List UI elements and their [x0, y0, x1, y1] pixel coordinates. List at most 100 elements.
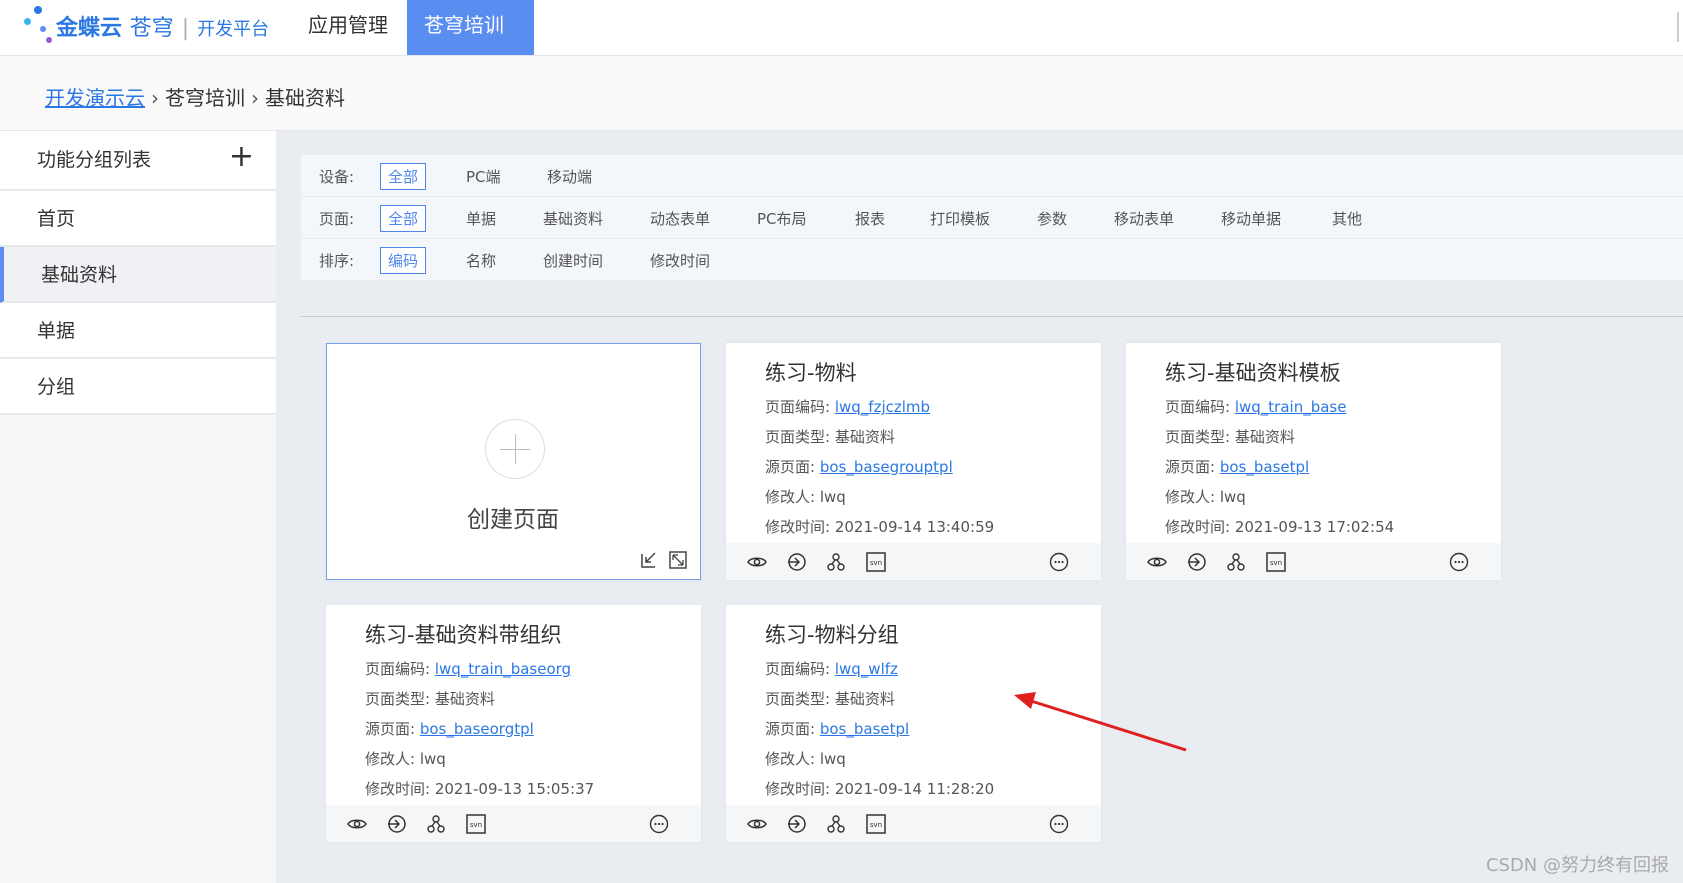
filter-option[interactable]: 移动端 — [547, 166, 592, 187]
breadcrumb-current: 基础资料 — [265, 86, 345, 110]
page-card[interactable]: 练习-基础资料模板 页面编码: lwq_train_base 页面类型: 基础资料源… — [1126, 343, 1501, 580]
card-time-value: 2021-09-13 15:05:37 — [434, 780, 595, 798]
svn-label: svn — [1270, 559, 1282, 567]
page-card[interactable]: 练习-基础资料带组织 页面编码: lwq_train_baseorg 页面类型: 基… — [326, 605, 701, 842]
page-card[interactable]: 练习-物料分组 页面编码: lwq_wlfz 页面类型: 基础资料 源页面: bos_… — [726, 605, 1101, 842]
svn-icon[interactable]: svn — [465, 813, 487, 835]
filter-option[interactable]: 其他 — [1332, 208, 1362, 229]
enter-icon[interactable] — [1186, 551, 1208, 573]
import-icon[interactable] — [639, 550, 659, 570]
filter-option[interactable]: 全部 — [380, 163, 427, 190]
more-icon[interactable] — [648, 813, 670, 835]
card-field-code: 页面编码: lwq_train_base — [1165, 396, 1346, 417]
enter-icon[interactable] — [786, 813, 808, 835]
card-actions: svn — [1126, 543, 1501, 580]
card-code-value[interactable]: lwq_train_base — [1235, 398, 1347, 416]
enter-icon[interactable] — [786, 551, 808, 573]
more-icon[interactable] — [1048, 551, 1070, 573]
breadcrumb-app[interactable]: 苍穹培训 — [165, 86, 245, 110]
card-time-value: 2021-09-14 13:40:59 — [834, 518, 995, 536]
page-card[interactable]: 练习-物料 页面编码: lwq_fzjczlmb 页面类型: 基础资料 源页面: bo… — [726, 343, 1101, 580]
card-field-code: 页面编码: lwq_fzjczlmb — [765, 396, 930, 417]
card-actions: svn — [726, 543, 1101, 580]
relationship-icon[interactable] — [1225, 551, 1247, 573]
filter-option[interactable]: 编码 — [380, 247, 427, 274]
filter-option[interactable]: PC布局 — [757, 208, 807, 229]
relationship-icon[interactable] — [425, 813, 447, 835]
filter-option[interactable]: 单据 — [466, 208, 496, 229]
add-group-icon[interactable]: + — [229, 131, 254, 183]
card-actions: svn — [326, 805, 701, 842]
eye-icon[interactable] — [746, 551, 768, 573]
filter-option[interactable]: 参数 — [1037, 208, 1067, 229]
card-title[interactable]: 练习-物料分组 — [765, 619, 899, 649]
filter-option[interactable]: 基础资料 — [543, 208, 603, 229]
card-field-type: 页面类型: 基础资料 — [765, 426, 895, 447]
filter-option[interactable]: 移动单据 — [1221, 208, 1281, 229]
filter-option[interactable]: 创建时间 — [543, 250, 603, 271]
svn-label: svn — [870, 559, 882, 567]
card-modifier-value: lwq — [419, 750, 446, 768]
card-source-value[interactable]: bos_basetpl — [1220, 458, 1309, 476]
card-field-label: 页面类型: — [765, 690, 831, 708]
card-field-label: 页面类型: — [365, 690, 431, 708]
filter-option[interactable]: 动态表单 — [650, 208, 710, 229]
sidebar-item-home[interactable]: 首页 — [0, 191, 276, 247]
enter-icon[interactable] — [386, 813, 408, 835]
filter-option[interactable]: 全部 — [380, 205, 427, 232]
filter-option[interactable]: 名称 — [466, 250, 496, 271]
nav-app-management[interactable]: 应用管理 — [291, 0, 405, 55]
card-field-time: 修改时间: 2021-09-14 11:28:20 — [765, 778, 994, 799]
card-field-label: 修改时间: — [765, 780, 831, 798]
create-page-label: 创建页面 — [467, 507, 559, 533]
chevron-right-icon: › — [251, 86, 259, 110]
card-modifier-value: lwq — [819, 750, 846, 768]
logo[interactable]: 金蝶云 苍穹 | 开发平台 — [22, 4, 282, 48]
plus-icon[interactable] — [485, 419, 545, 479]
filter-option[interactable]: 修改时间 — [650, 250, 710, 271]
eye-icon[interactable] — [1146, 551, 1168, 573]
filter-option[interactable]: 移动表单 — [1114, 208, 1174, 229]
card-title[interactable]: 练习-基础资料模板 — [1165, 357, 1341, 387]
sidebar: 功能分组列表 + 首页 基础资料 单据 分组 — [0, 131, 276, 883]
card-title[interactable]: 练习-基础资料带组织 — [365, 619, 562, 649]
card-code-value[interactable]: lwq_wlfz — [835, 660, 898, 678]
svn-icon[interactable]: svn — [865, 813, 887, 835]
card-field-time: 修改时间: 2021-09-13 17:02:54 — [1165, 516, 1394, 537]
filter-option[interactable]: 报表 — [855, 208, 885, 229]
card-field-label: 修改人: — [765, 750, 816, 768]
card-code-value[interactable]: lwq_fzjczlmb — [835, 398, 930, 416]
breadcrumb-root-link[interactable]: 开发演示云 — [45, 86, 145, 110]
filter-label-sort: 排序: — [319, 252, 355, 270]
filter-label-device: 设备: — [319, 168, 355, 186]
more-icon[interactable] — [1048, 813, 1070, 835]
card-source-value[interactable]: bos_basegrouptpl — [820, 458, 953, 476]
more-icon[interactable] — [1448, 551, 1470, 573]
relationship-icon[interactable] — [825, 551, 847, 573]
card-field-time: 修改时间: 2021-09-13 15:05:37 — [365, 778, 594, 799]
logo-text: 金蝶云 苍穹 | 开发平台 — [56, 10, 269, 42]
card-title[interactable]: 练习-物料 — [765, 357, 857, 387]
filter-option[interactable]: PC端 — [466, 166, 501, 187]
eye-icon[interactable] — [746, 813, 768, 835]
svn-icon[interactable]: svn — [865, 551, 887, 573]
create-page-card[interactable]: 创建页面 — [326, 343, 701, 580]
relationship-icon[interactable] — [825, 813, 847, 835]
sidebar-item-groups[interactable]: 分组 — [0, 359, 276, 415]
card-source-value[interactable]: bos_baseorgtpl — [420, 720, 534, 738]
card-source-value[interactable]: bos_basetpl — [820, 720, 909, 738]
card-field-label: 源页面: — [1165, 458, 1216, 476]
chevron-right-icon: › — [151, 86, 159, 110]
card-field-label: 修改时间: — [365, 780, 431, 798]
nav-cangqiong-training[interactable]: 苍穹培训 — [407, 0, 534, 55]
sidebar-item-base-data[interactable]: 基础资料 — [0, 247, 276, 303]
svn-icon[interactable]: svn — [1265, 551, 1287, 573]
filter-option[interactable]: 打印模板 — [930, 208, 990, 229]
card-code-value[interactable]: lwq_train_baseorg — [435, 660, 571, 678]
expand-icon[interactable] — [668, 550, 688, 570]
eye-icon[interactable] — [346, 813, 368, 835]
logo-platform: 开发平台 — [197, 19, 270, 40]
logo-product: 苍穹 — [129, 16, 174, 41]
sidebar-item-documents[interactable]: 单据 — [0, 303, 276, 359]
divider — [301, 316, 1683, 317]
